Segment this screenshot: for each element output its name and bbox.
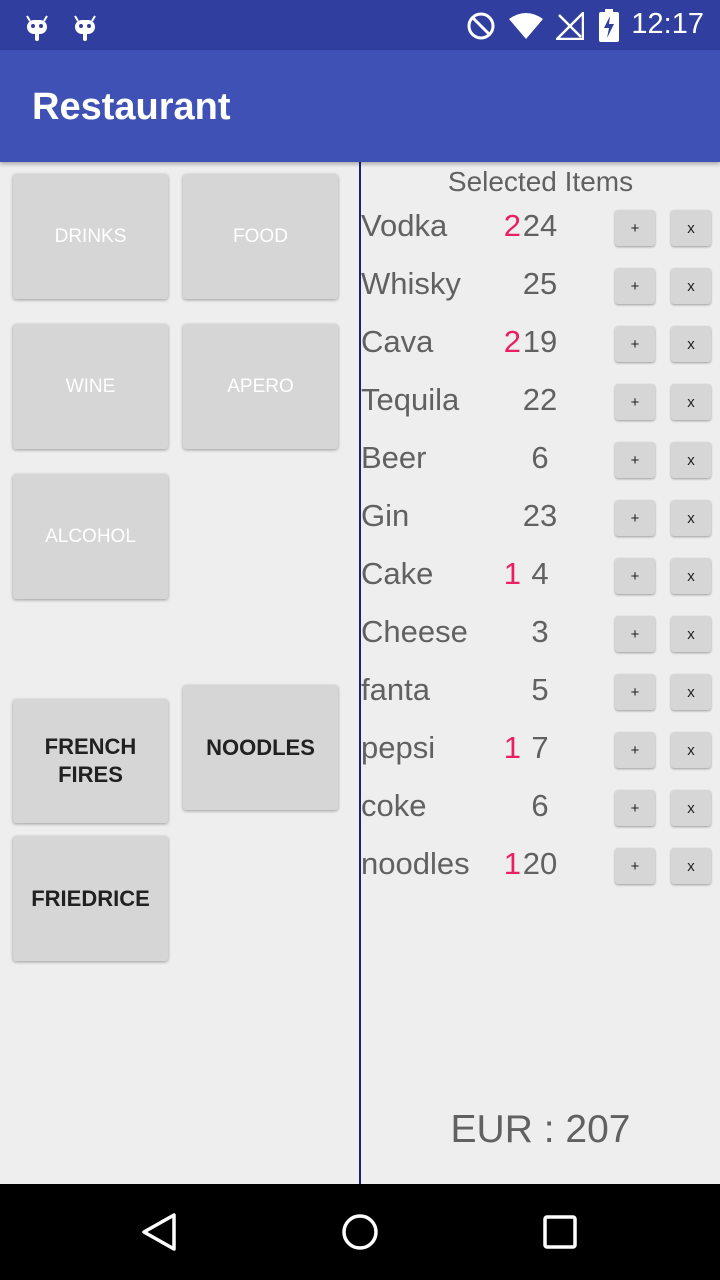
navigation-bar <box>0 1184 720 1280</box>
app-title: Restaurant <box>32 86 231 128</box>
increment-button[interactable]: + <box>615 500 655 536</box>
remove-button[interactable]: x <box>671 268 711 304</box>
drinks-label: DRINKS <box>54 225 127 247</box>
french-fires-label: FRENCH FIRES <box>44 734 137 787</box>
item-price: 25 <box>522 266 558 301</box>
recents-icon[interactable] <box>536 1208 584 1256</box>
remove-button[interactable]: x <box>671 732 711 768</box>
back-icon[interactable] <box>136 1208 184 1256</box>
item-name: fanta <box>361 672 430 707</box>
selected-items-header: Selected Items <box>447 166 634 197</box>
selected-item-row: pepsi 1 7 + x <box>361 730 720 788</box>
item-price: 20 <box>522 846 558 881</box>
friedrice-button[interactable]: FRIEDRICE <box>13 836 168 961</box>
selected-item-row: coke 6 + x <box>361 788 720 846</box>
increment-button[interactable]: + <box>615 210 655 246</box>
increment-button[interactable]: + <box>615 558 655 594</box>
selected-item-row: fanta 5 + x <box>361 672 720 730</box>
item-price: 4 <box>531 556 549 591</box>
do-not-disturb-icon <box>467 12 495 40</box>
android-icon <box>74 15 96 41</box>
remove-button[interactable]: x <box>671 500 711 536</box>
selected-item-row: Gin 23 + x <box>361 498 720 556</box>
remove-button[interactable]: x <box>671 674 711 710</box>
home-icon[interactable] <box>336 1208 384 1256</box>
item-price: 7 <box>531 730 549 765</box>
french-fires-button[interactable]: FRENCH FIRES <box>13 699 168 823</box>
item-name: Tequila <box>361 382 460 417</box>
remove-button[interactable]: x <box>671 790 711 826</box>
remove-button[interactable]: x <box>671 848 711 884</box>
item-name: Cava <box>361 324 434 359</box>
selected-item-row: Cheese 3 + x <box>361 614 720 672</box>
increment-button[interactable]: + <box>615 268 655 304</box>
selected-item-row: Vodka 2 24 + x <box>361 208 720 266</box>
apero-label: APERO <box>227 375 294 397</box>
increment-button[interactable]: + <box>615 674 655 710</box>
selected-item-row: Cava 2 19 + x <box>361 324 720 382</box>
selected-item-row: Cake 1 4 + x <box>361 556 720 614</box>
remove-button[interactable]: x <box>671 384 711 420</box>
wine-label: WINE <box>65 375 116 397</box>
item-price: 3 <box>531 614 549 649</box>
status-bar: 12:17 <box>0 0 720 50</box>
remove-button[interactable]: x <box>671 616 711 652</box>
remove-button[interactable]: x <box>671 558 711 594</box>
drinks-button[interactable]: DRINKS <box>13 174 168 299</box>
item-name: Cake <box>361 556 434 591</box>
total-amount: EUR : 207 <box>450 1108 631 1151</box>
selected-item-row: Beer 6 + x <box>361 440 720 498</box>
friedrice-label: FRIEDRICE <box>31 885 150 911</box>
increment-button[interactable]: + <box>615 616 655 652</box>
item-price: 5 <box>531 672 549 707</box>
food-button[interactable]: FOOD <box>183 174 338 299</box>
battery-charging-icon <box>599 9 619 42</box>
increment-button[interactable]: + <box>615 790 655 826</box>
remove-button[interactable]: x <box>671 326 711 362</box>
item-name: pepsi <box>361 730 436 765</box>
item-price: 6 <box>531 788 549 823</box>
increment-button[interactable]: + <box>615 442 655 478</box>
item-name: Gin <box>361 498 410 533</box>
increment-button[interactable]: + <box>615 732 655 768</box>
app-bar: Restaurant <box>0 50 720 162</box>
food-label: FOOD <box>233 225 288 247</box>
item-name: coke <box>361 788 427 823</box>
no-signal-icon <box>556 12 584 40</box>
item-price: 23 <box>522 498 558 533</box>
item-name: noodles <box>361 846 470 881</box>
apero-button[interactable]: APERO <box>183 324 338 449</box>
increment-button[interactable]: + <box>615 384 655 420</box>
wifi-icon <box>509 13 543 39</box>
alcohol-label: ALCOHOL <box>45 525 136 547</box>
item-name: Beer <box>361 440 427 475</box>
item-name: Whisky <box>361 266 461 301</box>
selected-item-row: Tequila 22 + x <box>361 382 720 440</box>
wine-button[interactable]: WINE <box>13 324 168 449</box>
increment-button[interactable]: + <box>615 848 655 884</box>
noodles-label: NOODLES <box>206 734 315 760</box>
item-name: Cheese <box>361 614 468 649</box>
item-price: 24 <box>522 208 558 243</box>
noodles-button[interactable]: NOODLES <box>183 685 338 810</box>
clock: 12:17 <box>631 8 704 40</box>
item-price: 22 <box>522 382 558 417</box>
increment-button[interactable]: + <box>615 326 655 362</box>
selected-item-row: noodles 1 20 + x <box>361 846 720 904</box>
android-icon <box>26 15 48 41</box>
item-price: 19 <box>522 324 558 359</box>
item-price: 6 <box>531 440 549 475</box>
item-name: Vodka <box>361 208 448 243</box>
alcohol-button[interactable]: ALCOHOL <box>13 474 168 599</box>
remove-button[interactable]: x <box>671 442 711 478</box>
remove-button[interactable]: x <box>671 210 711 246</box>
selected-item-row: Whisky 25 + x <box>361 266 720 324</box>
